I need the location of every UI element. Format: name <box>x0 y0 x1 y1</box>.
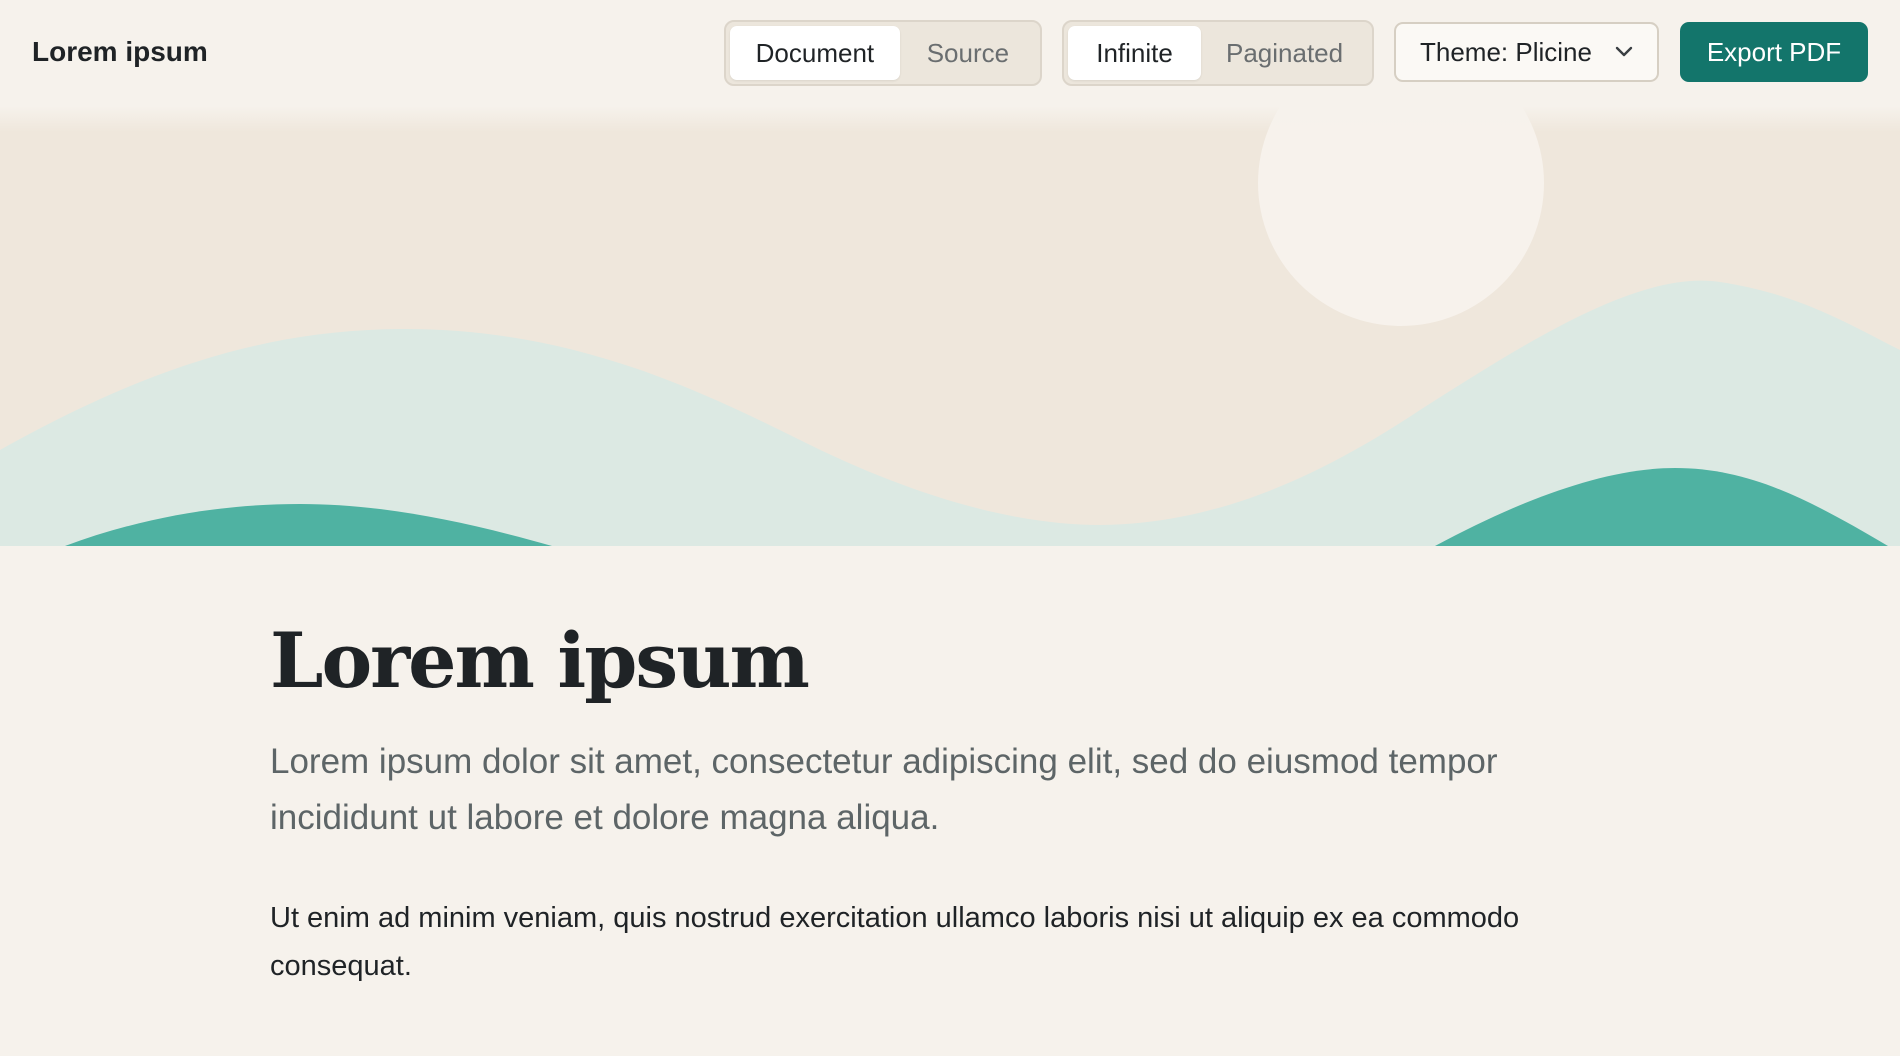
toolbar-fade <box>0 106 1900 132</box>
document-content: Lorem ipsum Lorem ipsum dolor sit amet, … <box>270 546 1650 990</box>
tab-source[interactable]: Source <box>900 26 1036 80</box>
top-toolbar: Lorem ipsum Document Source Infinite Pag… <box>0 0 1900 106</box>
document-body-paragraph: Ut enim ad minim veniam, quis nostrud ex… <box>270 902 1520 982</box>
tab-infinite[interactable]: Infinite <box>1068 26 1202 80</box>
theme-select[interactable]: Theme: Plicine <box>1394 22 1659 82</box>
document-title: Lorem ipsum <box>270 616 810 705</box>
chevron-down-icon <box>1615 46 1633 57</box>
layout-mode-toggle: Infinite Paginated <box>1062 20 1374 86</box>
export-pdf-button[interactable]: Export PDF <box>1680 22 1868 82</box>
tab-document[interactable]: Document <box>730 26 900 80</box>
document-lead-paragraph: Lorem ipsum dolor sit amet, consectetur … <box>270 742 1498 837</box>
view-mode-toggle: Document Source <box>724 20 1042 86</box>
theme-select-label: Theme: Plicine <box>1420 37 1592 67</box>
app-title: Lorem ipsum <box>32 36 208 67</box>
tab-paginated[interactable]: Paginated <box>1201 26 1368 80</box>
